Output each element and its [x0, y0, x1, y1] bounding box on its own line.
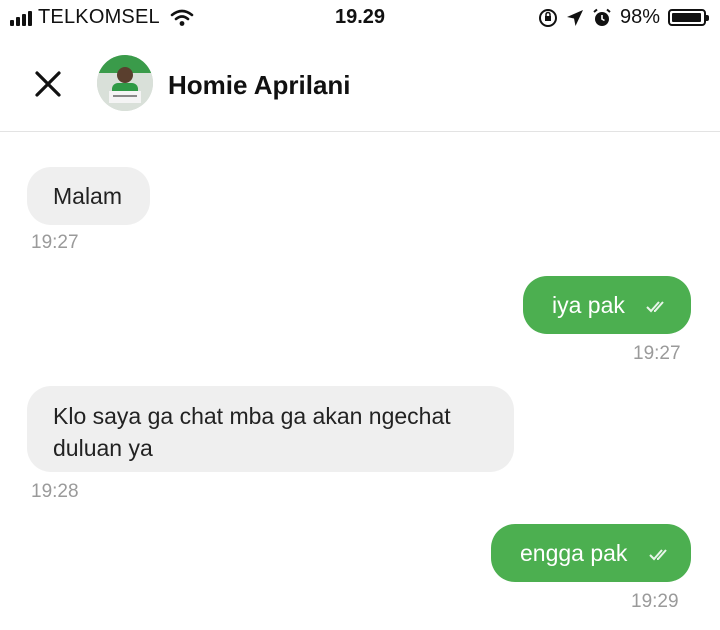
- outgoing-message[interactable]: engga pak: [491, 524, 691, 582]
- orientation-lock-icon: [538, 8, 557, 27]
- battery-icon: [668, 9, 709, 26]
- message-timestamp: 19:27: [633, 343, 681, 364]
- message-text: engga pak: [520, 540, 628, 566]
- alarm-icon: [593, 8, 611, 26]
- status-bar: TELKOMSEL 19.29 98%: [0, 0, 720, 36]
- message-timestamp: 19:29: [631, 591, 679, 612]
- avatar[interactable]: [97, 55, 153, 111]
- battery-percent: 98%: [619, 6, 660, 28]
- battery-level-fill: [672, 13, 701, 22]
- close-icon[interactable]: [30, 66, 66, 102]
- incoming-message[interactable]: Klo saya ga chat mba ga akan ngechat dul…: [27, 386, 514, 472]
- incoming-message[interactable]: Malam: [27, 167, 150, 225]
- message-timestamp: 19:27: [31, 232, 79, 253]
- location-icon: [566, 9, 583, 26]
- double-check-icon: [649, 549, 667, 561]
- double-check-icon: [646, 301, 665, 313]
- message-timestamp: 19:28: [31, 481, 79, 502]
- message-text: Malam: [53, 183, 123, 209]
- header-divider: [0, 131, 720, 132]
- avatar-image: [97, 55, 153, 111]
- contact-name: Homie Aprilani: [168, 70, 351, 100]
- message-text-line: duluan ya: [53, 435, 153, 461]
- message-text: iya pak: [552, 292, 625, 318]
- outgoing-message[interactable]: iya pak: [523, 276, 691, 334]
- status-right: 98%: [538, 6, 709, 29]
- message-text-line: Klo saya ga chat mba ga akan ngechat: [53, 403, 451, 429]
